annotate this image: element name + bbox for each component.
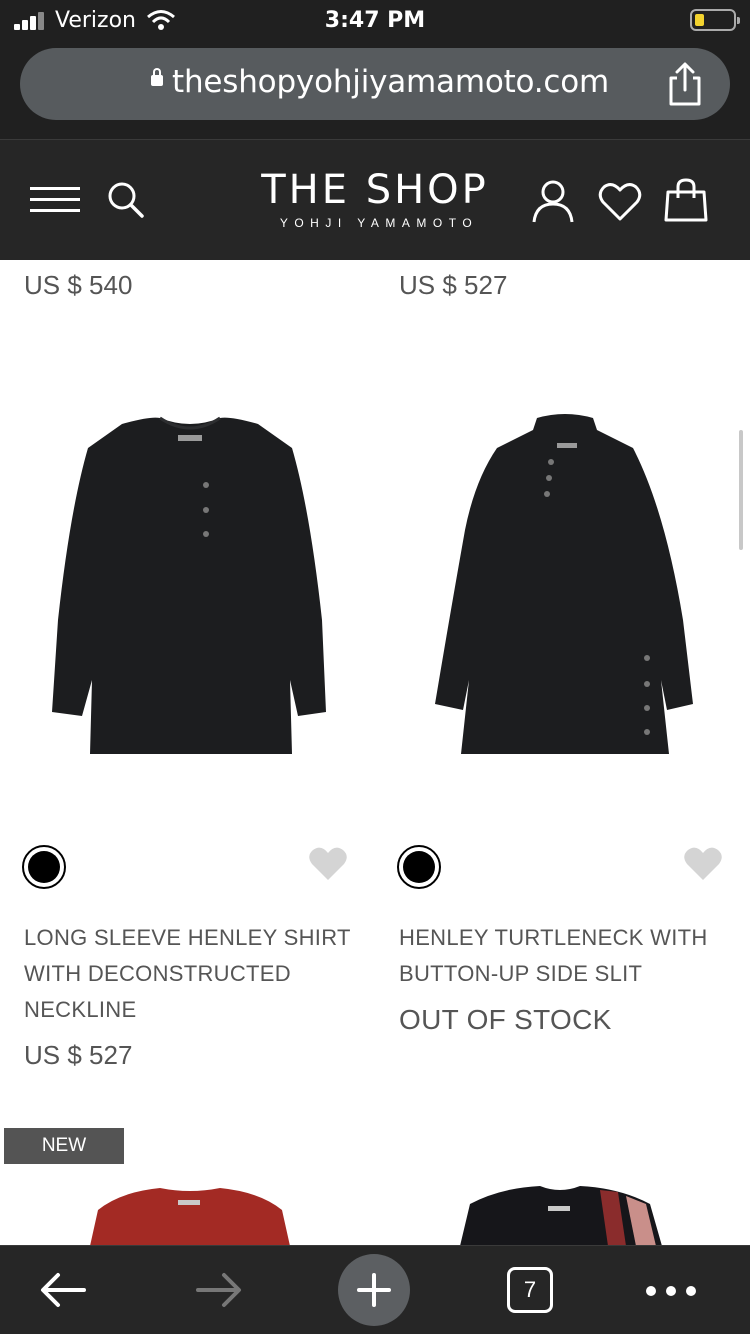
more-options-icon[interactable] xyxy=(646,1286,696,1296)
shopping-bag-icon[interactable] xyxy=(664,178,708,222)
product-name[interactable]: HENLEY TURTLENECK WITH BUTTON-UP SIDE SL… xyxy=(399,920,729,992)
product-image-henley-shirt[interactable] xyxy=(40,390,340,770)
menu-icon[interactable] xyxy=(30,183,80,215)
browser-address-area: theshopyohjiyamamoto.com xyxy=(0,40,750,140)
tab-count-button[interactable]: 7 xyxy=(507,1267,553,1313)
clock: 3:47 PM xyxy=(324,8,426,33)
new-badge: NEW xyxy=(4,1128,124,1164)
logo-title: THE SHOP xyxy=(261,167,489,213)
product-price: US $ 527 xyxy=(24,1040,133,1070)
logo-subtitle: YOHJI YAMAMOTO xyxy=(279,216,479,230)
lock-icon xyxy=(151,68,163,86)
color-swatch-black[interactable] xyxy=(22,845,66,889)
search-icon[interactable] xyxy=(106,180,146,220)
battery-icon xyxy=(690,9,740,31)
url-text[interactable]: theshopyohjiyamamoto.com xyxy=(172,64,609,100)
address-bar[interactable]: theshopyohjiyamamoto.com xyxy=(20,48,730,120)
product-image-black-print-top[interactable] xyxy=(450,1180,670,1246)
new-tab-plus-icon[interactable] xyxy=(338,1254,410,1326)
product-image-henley-turtleneck[interactable] xyxy=(415,390,715,770)
wishlist-icon[interactable] xyxy=(598,182,642,222)
site-logo[interactable]: THE SHOP YOHJI YAMAMOTO xyxy=(240,166,510,230)
scroll-indicator xyxy=(739,430,743,550)
status-bar: Verizon 3:47 PM xyxy=(0,0,750,40)
product-name[interactable]: LONG SLEEVE HENLEY SHIRT WITH DECONSTRUC… xyxy=(24,920,354,1028)
site-header: THE SHOP YOHJI YAMAMOTO xyxy=(0,140,750,260)
wishlist-heart-icon[interactable] xyxy=(683,846,723,882)
back-arrow-icon[interactable] xyxy=(38,1270,88,1310)
browser-toolbar: 7 xyxy=(0,1245,750,1334)
color-swatch-black[interactable] xyxy=(397,845,441,889)
product-price-prev-left: US $ 540 xyxy=(24,270,133,300)
product-price-prev-right: US $ 527 xyxy=(399,270,508,300)
stock-status: OUT OF STOCK xyxy=(399,1004,612,1035)
product-image-red-top[interactable] xyxy=(80,1180,300,1246)
account-icon[interactable] xyxy=(530,178,576,224)
share-icon[interactable] xyxy=(665,62,705,106)
wishlist-heart-icon[interactable] xyxy=(308,846,348,882)
forward-arrow-icon[interactable] xyxy=(194,1270,244,1310)
